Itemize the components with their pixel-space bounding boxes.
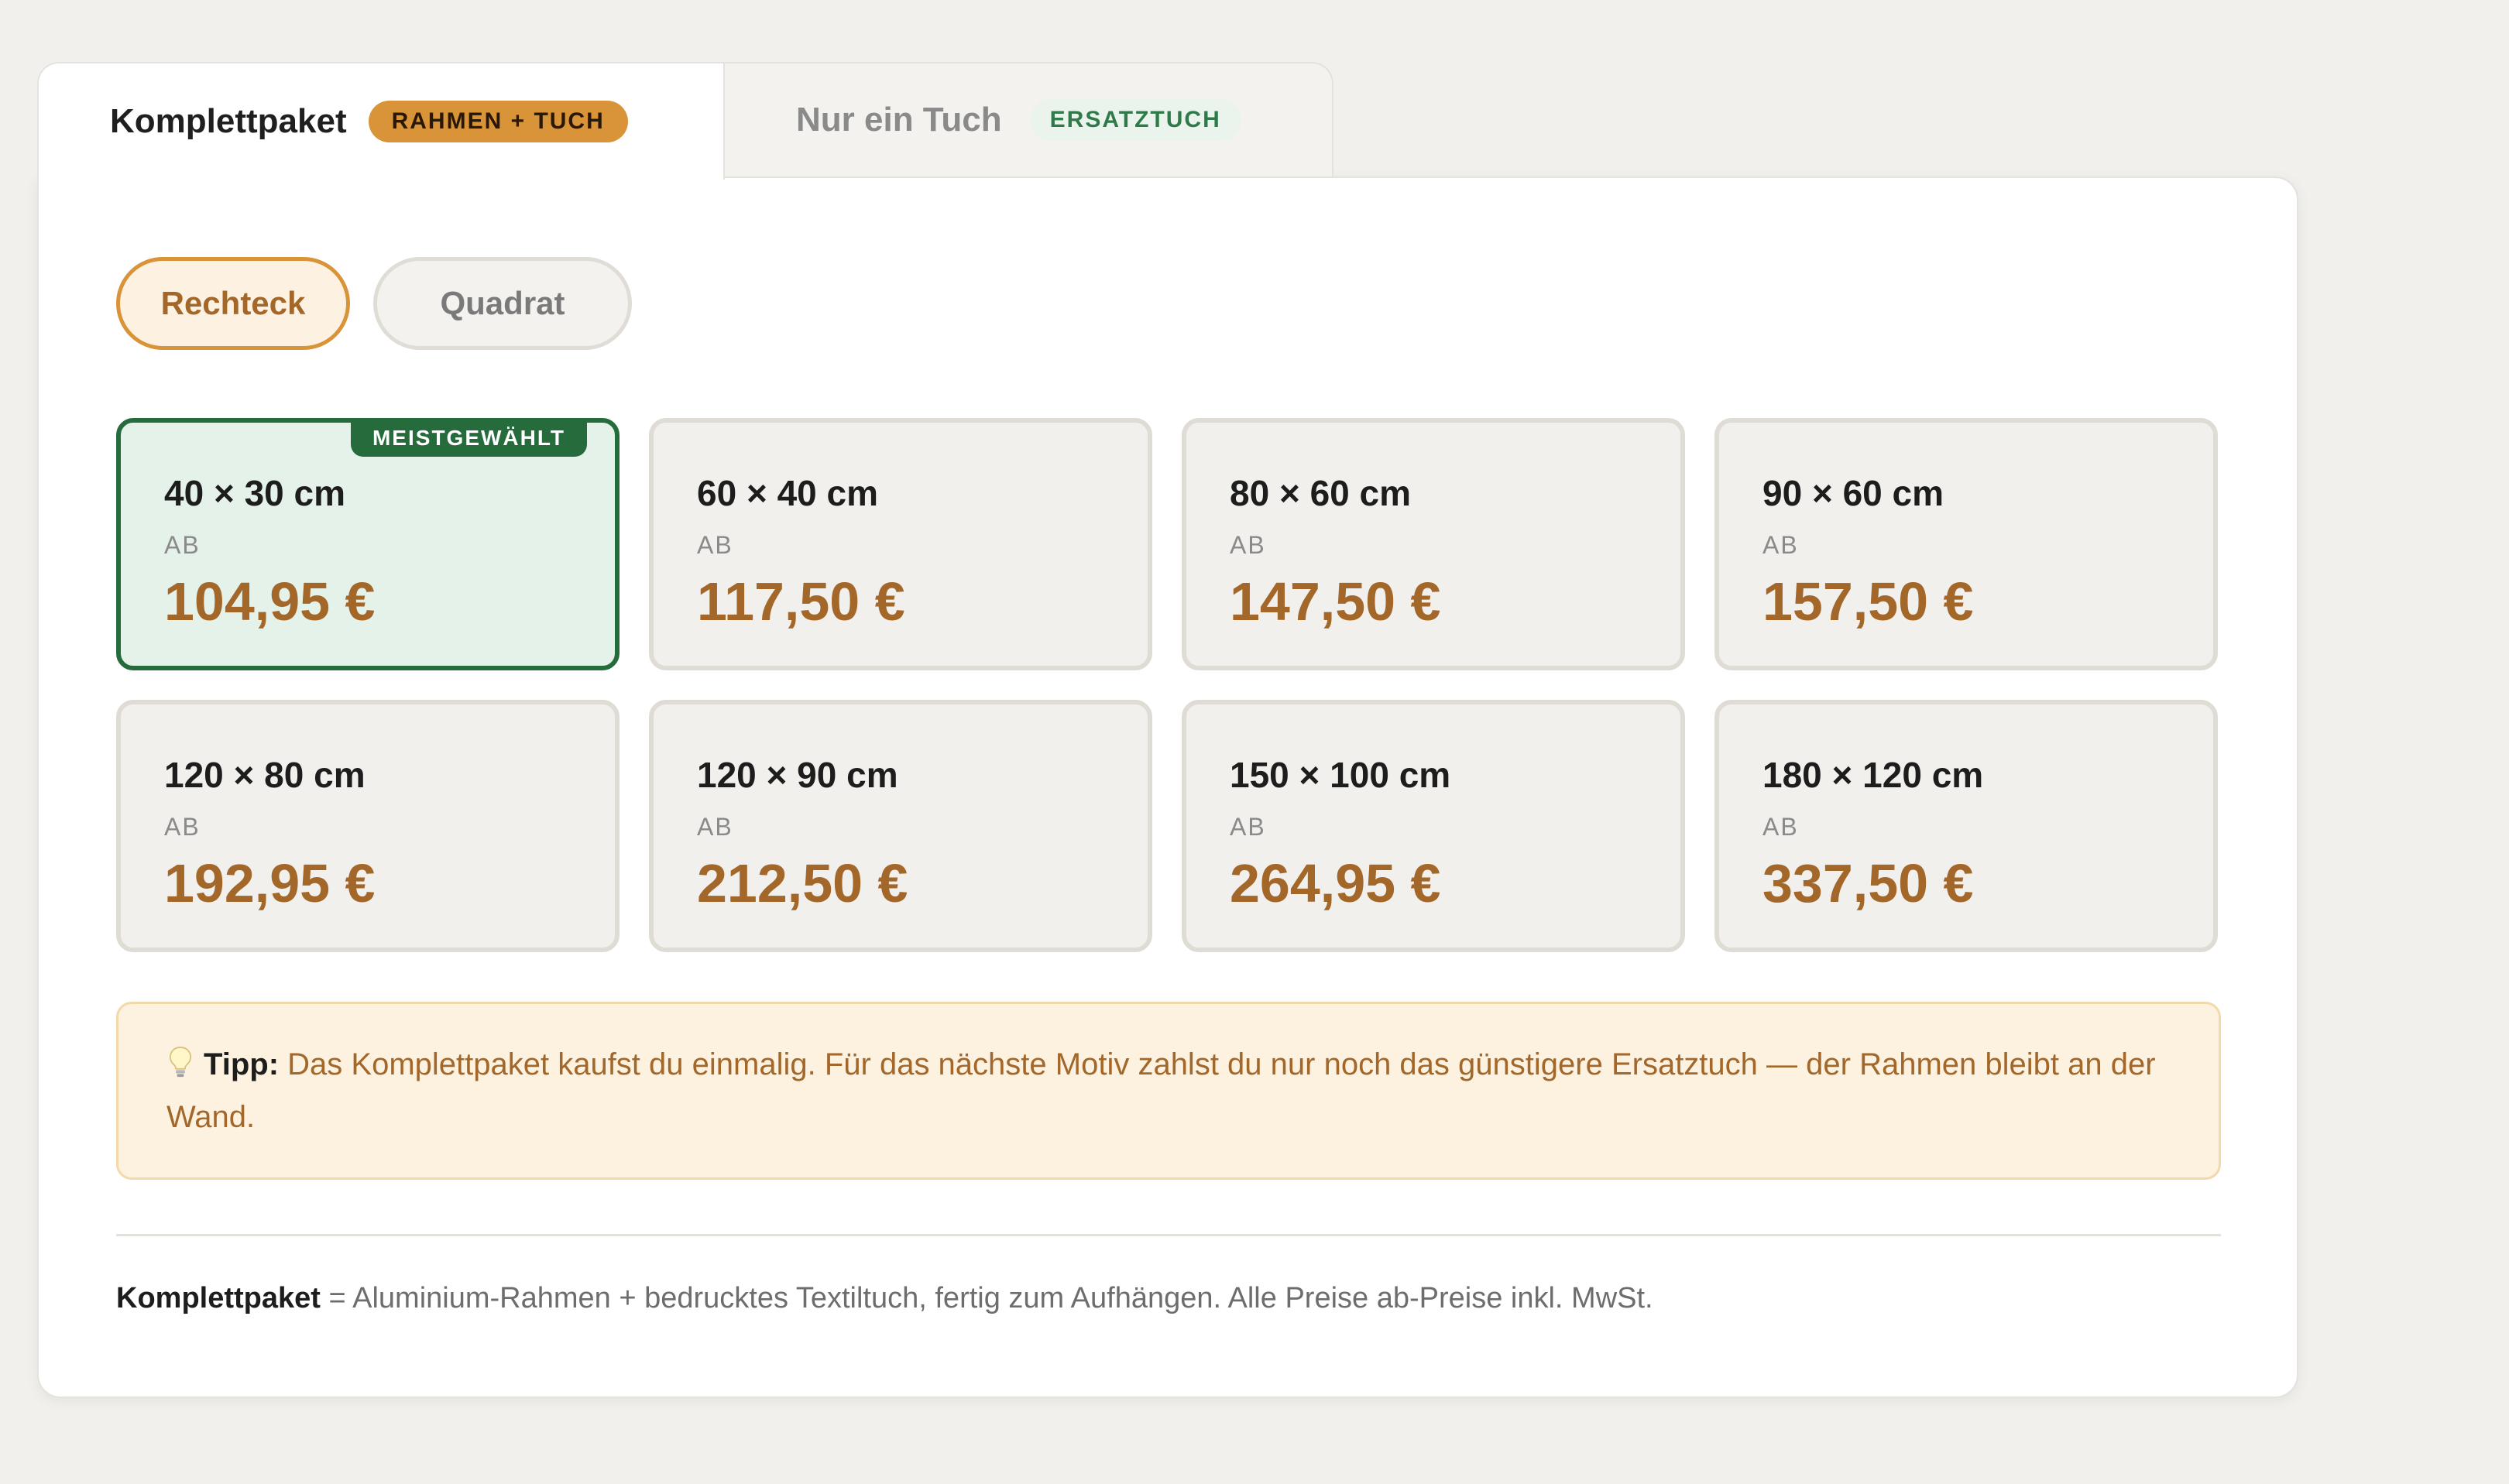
size-price: 117,50 € <box>697 571 905 632</box>
size-label: 80 × 60 cm <box>1230 473 1412 513</box>
size-card-80x60[interactable]: 80 × 60 cm AB 147,50 € <box>1182 418 1685 670</box>
price-prefix: AB <box>1230 813 1266 841</box>
footnote: Komplettpaket = Aluminium-Rahmen + bedru… <box>116 1282 1653 1315</box>
package-tabs: Komplettpaket RAHMEN + TUCH Nur ein Tuch… <box>37 62 1333 180</box>
size-label: 120 × 80 cm <box>164 755 366 795</box>
tab-komplettpaket-label: Komplettpaket <box>110 102 347 140</box>
size-card-60x40[interactable]: 60 × 40 cm AB 117,50 € <box>649 418 1152 670</box>
size-label: 150 × 100 cm <box>1230 755 1451 795</box>
ersatztuch-badge: ERSATZTUCH <box>1029 99 1241 141</box>
shape-quadrat-button[interactable]: Quadrat <box>373 257 632 350</box>
size-card-120x90[interactable]: 120 × 90 cm AB 212,50 € <box>649 700 1152 952</box>
size-label: 40 × 30 cm <box>164 473 346 513</box>
price-prefix: AB <box>1230 531 1266 559</box>
size-label: 120 × 90 cm <box>697 755 898 795</box>
footnote-text: = Aluminium-Rahmen + bedrucktes Textiltu… <box>320 1282 1653 1314</box>
tip-box: Tipp: Das Komplettpaket kaufst du einmal… <box>116 1002 2221 1180</box>
tab-nur-ein-tuch[interactable]: Nur ein Tuch ERSATZTUCH <box>725 62 1333 178</box>
price-prefix: AB <box>697 813 733 841</box>
tab-komplettpaket[interactable]: Komplettpaket RAHMEN + TUCH <box>37 62 725 180</box>
size-label: 60 × 40 cm <box>697 473 879 513</box>
size-price: 337,50 € <box>1762 853 1974 913</box>
size-price: 147,50 € <box>1230 571 1441 632</box>
size-price: 212,50 € <box>697 853 908 913</box>
tip-title: Tipp: <box>204 1047 280 1081</box>
price-prefix: AB <box>164 813 201 841</box>
footnote-term: Komplettpaket <box>116 1282 321 1314</box>
size-price: 157,50 € <box>1762 571 1974 632</box>
size-card-40x30[interactable]: MEISTGEWÄHLT 40 × 30 cm AB 104,95 € <box>116 418 620 670</box>
rahmen-tuch-badge: RAHMEN + TUCH <box>368 101 628 142</box>
size-label: 180 × 120 cm <box>1762 755 1984 795</box>
size-label: 90 × 60 cm <box>1762 473 1944 513</box>
size-grid: MEISTGEWÄHLT 40 × 30 cm AB 104,95 € 60 ×… <box>116 418 2221 952</box>
package-panel: Rechteck Quadrat MEISTGEWÄHLT 40 × 30 cm… <box>37 177 2298 1398</box>
size-price: 192,95 € <box>164 853 376 913</box>
price-prefix: AB <box>164 531 201 559</box>
tip-text: Das Komplettpaket kaufst du einmalig. Fü… <box>166 1047 2156 1134</box>
meistgewaehlt-badge: MEISTGEWÄHLT <box>350 421 587 457</box>
price-prefix: AB <box>1762 531 1799 559</box>
size-price: 264,95 € <box>1230 853 1441 913</box>
size-price: 104,95 € <box>164 571 376 632</box>
price-prefix: AB <box>1762 813 1799 841</box>
divider <box>116 1234 2221 1236</box>
lightbulb-icon <box>169 1047 192 1078</box>
tab-nur-ein-tuch-label: Nur ein Tuch <box>796 101 1002 139</box>
shape-rechteck-button[interactable]: Rechteck <box>116 257 350 350</box>
size-card-90x60[interactable]: 90 × 60 cm AB 157,50 € <box>1714 418 2218 670</box>
shape-toggle: Rechteck Quadrat <box>116 257 632 350</box>
price-prefix: AB <box>697 531 733 559</box>
size-card-150x100[interactable]: 150 × 100 cm AB 264,95 € <box>1182 700 1685 952</box>
size-card-120x80[interactable]: 120 × 80 cm AB 192,95 € <box>116 700 620 952</box>
size-card-180x120[interactable]: 180 × 120 cm AB 337,50 € <box>1714 700 2218 952</box>
